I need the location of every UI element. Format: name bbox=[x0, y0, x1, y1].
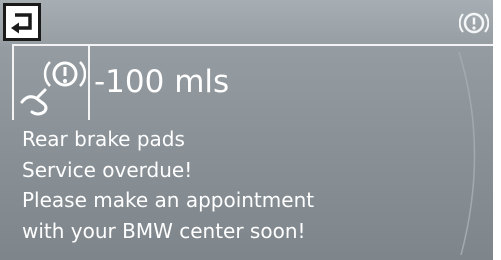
back-arrow-icon bbox=[11, 13, 32, 34]
display-edge bbox=[493, 0, 501, 260]
controller-arc-decoration bbox=[458, 51, 476, 255]
remaining-distance: -100 mls bbox=[94, 64, 230, 100]
header-divider bbox=[90, 44, 501, 46]
message-line-3: Please make an appointment bbox=[22, 188, 315, 212]
brake-service-icon bbox=[20, 61, 86, 116]
service-message: Rear brake pads Service overdue! Please … bbox=[22, 124, 314, 246]
back-button[interactable] bbox=[3, 3, 41, 41]
top-bar bbox=[0, 0, 501, 46]
message-line-1: Rear brake pads bbox=[22, 127, 185, 151]
icon-frame bbox=[12, 44, 90, 120]
warning-circle-icon bbox=[459, 12, 489, 34]
message-line-4: with your BMW center soon! bbox=[22, 218, 306, 243]
idrive-display: -100 mls Rear brake pads Service overdue… bbox=[0, 0, 501, 260]
message-line-2: Service overdue! bbox=[22, 157, 193, 182]
